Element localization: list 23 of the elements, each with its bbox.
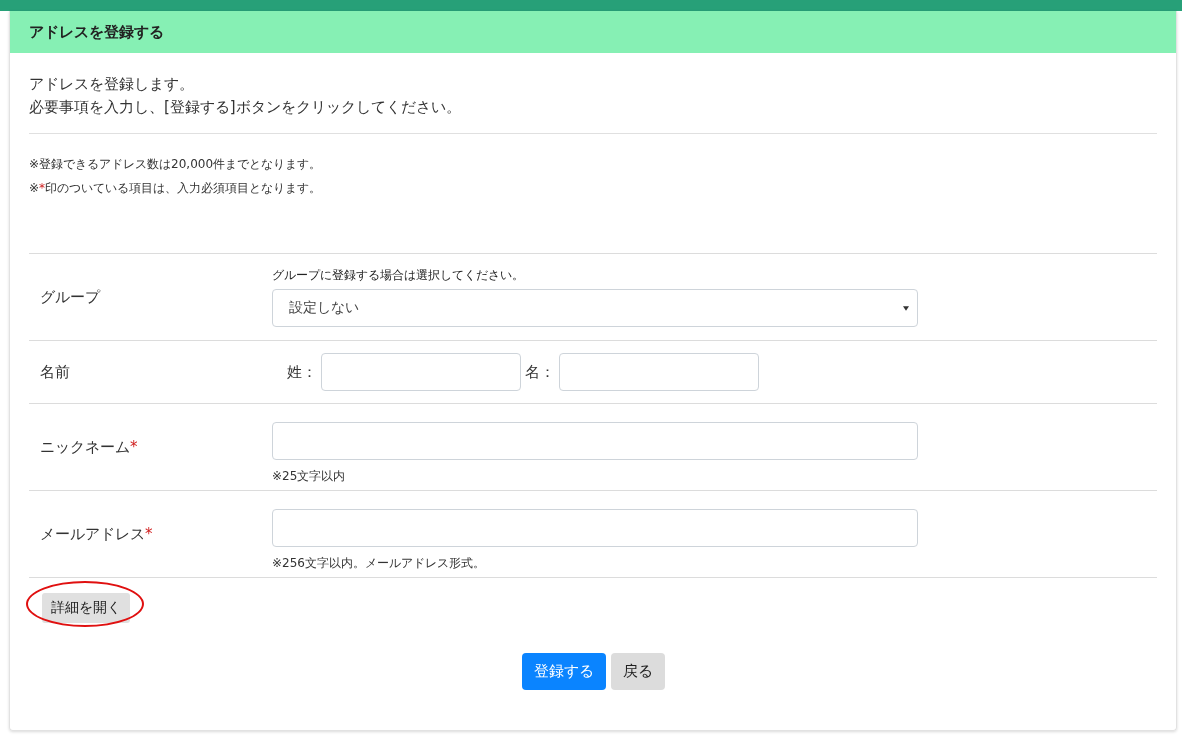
intro-text: 必要事項を入力し、[登録する]ボタンをクリックしてください。 [29,97,462,118]
details-button[interactable]: 詳細を開く [42,593,130,623]
field-label: グループ [39,287,102,307]
page-title: アドレスを登録する [29,22,164,42]
hint-text: ※25文字以内 [272,467,347,485]
hint-text: ※256文字以内。メールアドレス形式。 [272,554,486,572]
note-text: ※*印のついている項目は、入力必須項目となります。 [29,180,323,197]
field-label: 名前 [39,362,71,382]
field-label: 名： [524,362,556,382]
note-text: ※登録できるアドレス数は20,000件までとなります。 [29,156,323,173]
field-label: メールアドレス* [39,524,154,544]
back-button[interactable]: 戻る [610,653,665,690]
input-field[interactable] [272,508,918,547]
hint-text: グループに登録する場合は選択してください。 [272,267,525,284]
input-field[interactable] [272,421,918,460]
field-label: ニックネーム* [39,437,139,457]
caret-icon [903,305,909,311]
intro-text: アドレスを登録します。 [29,74,195,95]
group-select[interactable]: 設定しない [272,289,918,327]
name-field[interactable] [321,353,521,391]
field-label: 姓： [286,362,318,382]
name-field[interactable] [559,353,759,391]
register-button[interactable]: 登録する [521,653,606,690]
